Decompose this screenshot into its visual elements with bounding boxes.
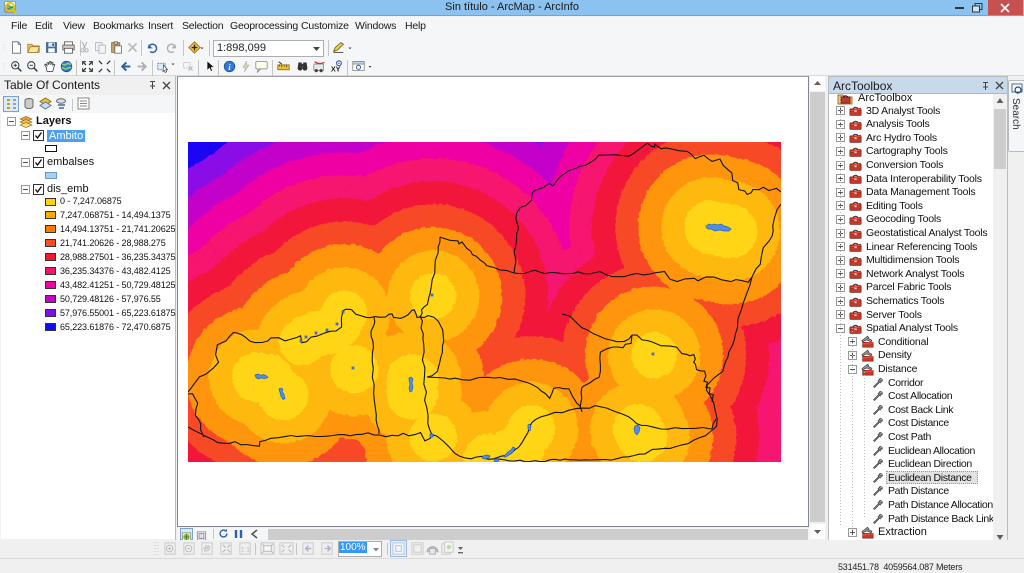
svg-text:1:1: 1:1 — [241, 546, 250, 553]
